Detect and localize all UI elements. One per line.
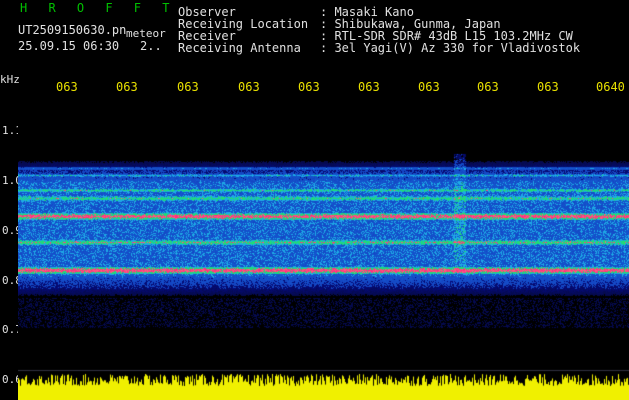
x-tick: 063 [358, 80, 380, 94]
y-axis-unit: kHz [0, 73, 20, 86]
meteor-count: 2.. [140, 39, 162, 53]
x-tick: 063 [56, 80, 78, 94]
x-tick: 063 [238, 80, 260, 94]
date-time: 25.09.15 06:30 [18, 39, 120, 53]
x-tick: 063 [477, 80, 499, 94]
spectrogram-panel [18, 98, 629, 400]
x-tick: 063 [177, 80, 199, 94]
x-tick: 0640 [596, 80, 625, 94]
info-key-antenna: Receiving Antenna [178, 41, 301, 55]
x-tick: 063 [116, 80, 138, 94]
file-name: UT2509150630.pn [18, 23, 127, 37]
app-title: H R O F F T [20, 1, 177, 15]
x-tick: 063 [418, 80, 440, 94]
x-tick: 063 [537, 80, 559, 94]
spectrogram-canvas [18, 98, 629, 400]
x-tick: 063 [298, 80, 320, 94]
info-value-antenna: : 3el Yagi(V) Az 330 for Vladivostok [320, 41, 581, 55]
